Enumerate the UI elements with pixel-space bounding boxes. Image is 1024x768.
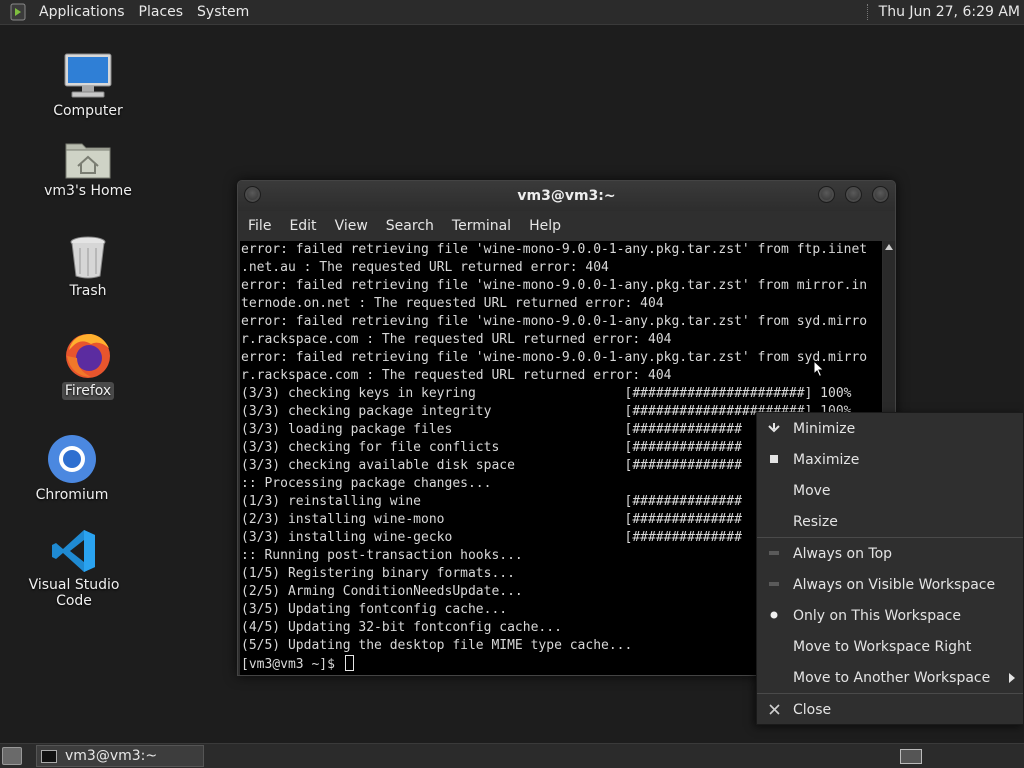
terminal-line: (3/3) checking keys in keyring [########…: [241, 386, 852, 401]
menu-item-minimize[interactable]: Minimize: [757, 413, 1023, 444]
menu-item-label: Resize: [793, 513, 838, 530]
desktop-icon-chromium[interactable]: Chromium: [12, 428, 132, 504]
home-folder-icon: [60, 124, 116, 180]
firefox-icon: [60, 324, 116, 380]
taskbar-terminal-button[interactable]: vm3@vm3:~: [36, 745, 204, 767]
desktop-icon-label: vm3's Home: [44, 183, 132, 199]
menu-view[interactable]: View: [329, 218, 380, 234]
menu-item-resize[interactable]: Resize: [757, 506, 1023, 537]
radio-off-icon: [767, 546, 781, 560]
terminal-menubar: File Edit View Search Terminal Help: [238, 211, 895, 241]
menu-item-label: Move: [793, 482, 831, 499]
shell-prompt: [vm3@vm3 ~]$: [241, 657, 343, 672]
menu-item-label: Maximize: [793, 451, 860, 468]
text-cursor: [344, 655, 354, 671]
applications-menu[interactable]: Applications: [32, 4, 132, 20]
menu-item-label: Always on Top: [793, 545, 893, 562]
desktop-icon-label: Computer: [53, 103, 123, 119]
close-button[interactable]: [872, 186, 889, 203]
menu-item-label: Move to Workspace Right: [793, 638, 972, 655]
window-context-menu: Minimize Maximize Move Resize Always on …: [756, 412, 1024, 725]
minimize-button[interactable]: [818, 186, 835, 203]
panel-separator: [866, 4, 871, 20]
bottom-panel: vm3@vm3:~: [0, 743, 1024, 768]
menu-edit[interactable]: Edit: [283, 218, 328, 234]
maximize-icon: [767, 452, 781, 466]
desktop-icon-label: Chromium: [35, 487, 109, 503]
terminal-line: ternode.on.net : The requested URL retur…: [241, 296, 664, 311]
applications-logo-icon[interactable]: [8, 2, 28, 22]
trash-icon: [60, 224, 116, 280]
menu-search[interactable]: Search: [380, 218, 446, 234]
window-title: vm3@vm3:~: [517, 188, 616, 204]
terminal-line: error: failed retrieving file 'wine-mono…: [241, 314, 868, 329]
show-desktop-icon[interactable]: [2, 747, 22, 765]
menu-item-move-to-another-workspace[interactable]: Move to Another Workspace: [757, 662, 1023, 693]
top-panel: Applications Places System Thu Jun 27, 6…: [0, 0, 1024, 25]
scroll-up-arrow-icon[interactable]: [885, 244, 893, 250]
maximize-button[interactable]: [845, 186, 862, 203]
desktop-icon-vscode[interactable]: Visual Studio Code: [14, 518, 134, 610]
menu-file[interactable]: File: [242, 218, 283, 234]
mouse-pointer-icon: [813, 360, 825, 378]
minimize-icon: [767, 421, 781, 435]
menu-item-label: Only on This Workspace: [793, 607, 961, 624]
menu-help[interactable]: Help: [523, 218, 573, 234]
chromium-icon: [44, 428, 100, 484]
computer-icon: [60, 44, 116, 100]
terminal-line: error: failed retrieving file 'wine-mono…: [241, 350, 868, 365]
terminal-line: error: failed retrieving file 'wine-mono…: [241, 278, 868, 293]
close-icon: [767, 702, 781, 716]
menu-item-label: Always on Visible Workspace: [793, 576, 996, 593]
clock[interactable]: Thu Jun 27, 6:29 AM: [879, 4, 1024, 20]
menu-terminal[interactable]: Terminal: [446, 218, 523, 234]
window-menu-button[interactable]: [244, 186, 261, 203]
terminal-line: r.rackspace.com : The requested URL retu…: [241, 332, 672, 347]
desktop-icon-firefox[interactable]: Firefox: [28, 324, 148, 400]
vscode-icon: [46, 518, 102, 574]
menu-item-move[interactable]: Move: [757, 475, 1023, 506]
terminal-icon: [41, 749, 57, 763]
menu-item-always-on-visible-workspace[interactable]: Always on Visible Workspace: [757, 569, 1023, 600]
workspace-switcher[interactable]: [900, 748, 922, 764]
menu-item-only-on-this-workspace[interactable]: Only on This Workspace: [757, 600, 1023, 631]
menu-item-label: Move to Another Workspace: [793, 669, 991, 686]
radio-on-icon: [767, 608, 781, 622]
desktop-icon-label: Trash: [69, 283, 107, 299]
places-menu[interactable]: Places: [132, 4, 191, 20]
taskbar-label: vm3@vm3:~: [65, 748, 158, 764]
submenu-arrow-icon: [1009, 673, 1015, 683]
desktop-icon-home[interactable]: vm3's Home: [28, 124, 148, 200]
menu-item-label: Close: [793, 701, 832, 718]
system-menu[interactable]: System: [190, 4, 256, 20]
radio-off-icon: [767, 577, 781, 591]
desktop-icon-computer[interactable]: Computer: [28, 44, 148, 120]
window-titlebar[interactable]: vm3@vm3:~: [238, 181, 895, 211]
menu-item-move-to-workspace-right[interactable]: Move to Workspace Right: [757, 631, 1023, 662]
menu-item-close[interactable]: Close: [757, 694, 1023, 725]
terminal-line: error: failed retrieving file 'wine-mono…: [241, 242, 868, 257]
terminal-line: .net.au : The requested URL returned err…: [241, 260, 609, 275]
desktop-icon-label: Visual Studio Code: [28, 577, 120, 609]
terminal-line: r.rackspace.com : The requested URL retu…: [241, 368, 672, 383]
desktop-icon-label: Firefox: [61, 382, 115, 400]
menu-item-always-on-top[interactable]: Always on Top: [757, 538, 1023, 569]
menu-item-maximize[interactable]: Maximize: [757, 444, 1023, 475]
menu-item-label: Minimize: [793, 420, 856, 437]
desktop-icon-trash[interactable]: Trash: [28, 224, 148, 300]
